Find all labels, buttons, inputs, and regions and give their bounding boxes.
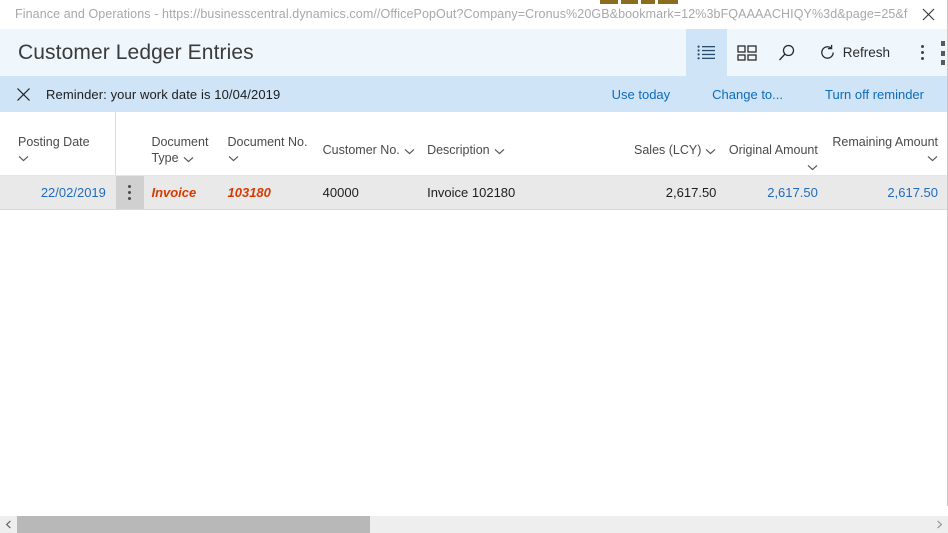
scrollbar-thumb[interactable] xyxy=(17,516,370,533)
notification-close-button[interactable] xyxy=(0,76,46,112)
cell-document-type[interactable]: Invoice xyxy=(132,175,224,210)
title-bar: Finance and Operations - https://busines… xyxy=(0,0,948,29)
page-title: Customer Ledger Entries xyxy=(18,40,254,64)
cell-document-no[interactable]: 103180 xyxy=(223,175,317,210)
column-label: Customer No. xyxy=(323,142,418,159)
app-window: Finance and Operations - https://busines… xyxy=(0,0,948,533)
column-label: Type xyxy=(151,150,223,167)
column-label: Original Amount xyxy=(724,142,818,175)
list-view-button[interactable] xyxy=(685,29,727,76)
header-edge-artifact xyxy=(941,41,946,65)
column-label: Document No. xyxy=(227,135,308,149)
table-row[interactable]: 22/02/2019 Invoice 103180 40000 Invoice … xyxy=(0,175,948,210)
column-header-document-type[interactable]: Document Type xyxy=(132,112,224,176)
refresh-icon xyxy=(820,44,834,59)
chevron-down-icon xyxy=(183,151,194,167)
tile-view-button[interactable] xyxy=(727,29,767,76)
chevron-right-icon xyxy=(937,520,943,529)
column-header-description[interactable]: Description xyxy=(418,112,623,176)
grid-container: Posting Date Document Type Document No. xyxy=(0,112,948,515)
cell-description[interactable]: Invoice 102180 xyxy=(418,175,623,210)
chevron-down-icon xyxy=(494,143,505,159)
column-header-sales-lcy[interactable]: Sales (LCY) xyxy=(622,112,725,176)
scroll-right-button[interactable] xyxy=(931,516,948,533)
grid-header: Posting Date Document Type Document No. xyxy=(0,112,948,176)
turn-off-reminder-link[interactable]: Turn off reminder xyxy=(804,87,948,102)
window-title: Finance and Operations - https://busines… xyxy=(15,7,908,21)
chevron-down-icon xyxy=(228,150,317,166)
chevron-down-icon xyxy=(807,159,818,175)
more-options-button[interactable] xyxy=(902,29,942,76)
cell-row-menu xyxy=(115,175,144,210)
cell-original-amount[interactable]: 2,617.50 xyxy=(724,175,826,210)
close-icon xyxy=(922,8,934,20)
vertical-ellipsis-icon xyxy=(920,45,924,60)
grid-body: 22/02/2019 Invoice 103180 40000 Invoice … xyxy=(0,175,948,210)
chevron-down-icon xyxy=(18,150,115,166)
column-label-line1: Document xyxy=(151,135,209,149)
notification-actions: Use today Change to... Turn off reminder xyxy=(591,87,948,102)
search-button[interactable] xyxy=(767,29,807,76)
change-to-link[interactable]: Change to... xyxy=(691,87,804,102)
column-label: Sales (LCY) xyxy=(623,142,716,159)
window-close-button[interactable] xyxy=(908,0,948,29)
column-label: Description xyxy=(427,142,623,159)
column-header-spacer xyxy=(115,112,133,176)
column-header-customer-no[interactable]: Customer No. xyxy=(316,112,419,176)
column-header-document-no[interactable]: Document No. xyxy=(223,112,317,176)
column-label: Posting Date xyxy=(18,135,90,149)
scroll-left-button[interactable] xyxy=(0,516,17,533)
list-view-icon xyxy=(697,45,715,60)
top-edge-artifact xyxy=(600,0,678,4)
page-header: Customer Ledger Entries Refresh xyxy=(0,29,948,76)
chevron-down-icon xyxy=(705,143,716,159)
search-icon xyxy=(778,44,794,60)
column-header-original-amount[interactable]: Original Amount xyxy=(724,112,826,176)
cell-sales-lcy[interactable]: 2,617.50 xyxy=(622,175,725,210)
scrollbar-track[interactable] xyxy=(17,516,931,533)
use-today-link[interactable]: Use today xyxy=(591,87,692,102)
refresh-label: Refresh xyxy=(842,45,890,60)
close-icon xyxy=(16,87,30,101)
page-toolbar: Refresh xyxy=(685,29,948,76)
chevron-left-icon xyxy=(5,520,11,529)
cell-customer-no[interactable]: 40000 xyxy=(316,175,419,210)
chevron-down-icon xyxy=(826,150,938,166)
column-header-remaining-amount[interactable]: Remaining Amount xyxy=(825,112,948,176)
notification-message: Reminder: your work date is 10/04/2019 xyxy=(46,86,281,102)
vertical-ellipsis-icon xyxy=(128,184,132,200)
tile-view-icon xyxy=(737,44,757,61)
cell-remaining-amount[interactable]: 2,617.50 xyxy=(825,175,948,210)
ledger-entries-table: Posting Date Document Type Document No. xyxy=(0,112,948,210)
chevron-down-icon xyxy=(404,143,415,159)
notification-bar: Reminder: your work date is 10/04/2019 U… xyxy=(0,76,948,112)
cell-posting-date[interactable]: 22/02/2019 xyxy=(0,175,116,210)
horizontal-scrollbar[interactable] xyxy=(0,515,948,533)
column-header-posting-date[interactable]: Posting Date xyxy=(0,112,116,176)
column-label: Remaining Amount xyxy=(832,135,938,149)
header-row: Posting Date Document Type Document No. xyxy=(0,112,948,176)
refresh-button[interactable]: Refresh xyxy=(807,29,902,76)
